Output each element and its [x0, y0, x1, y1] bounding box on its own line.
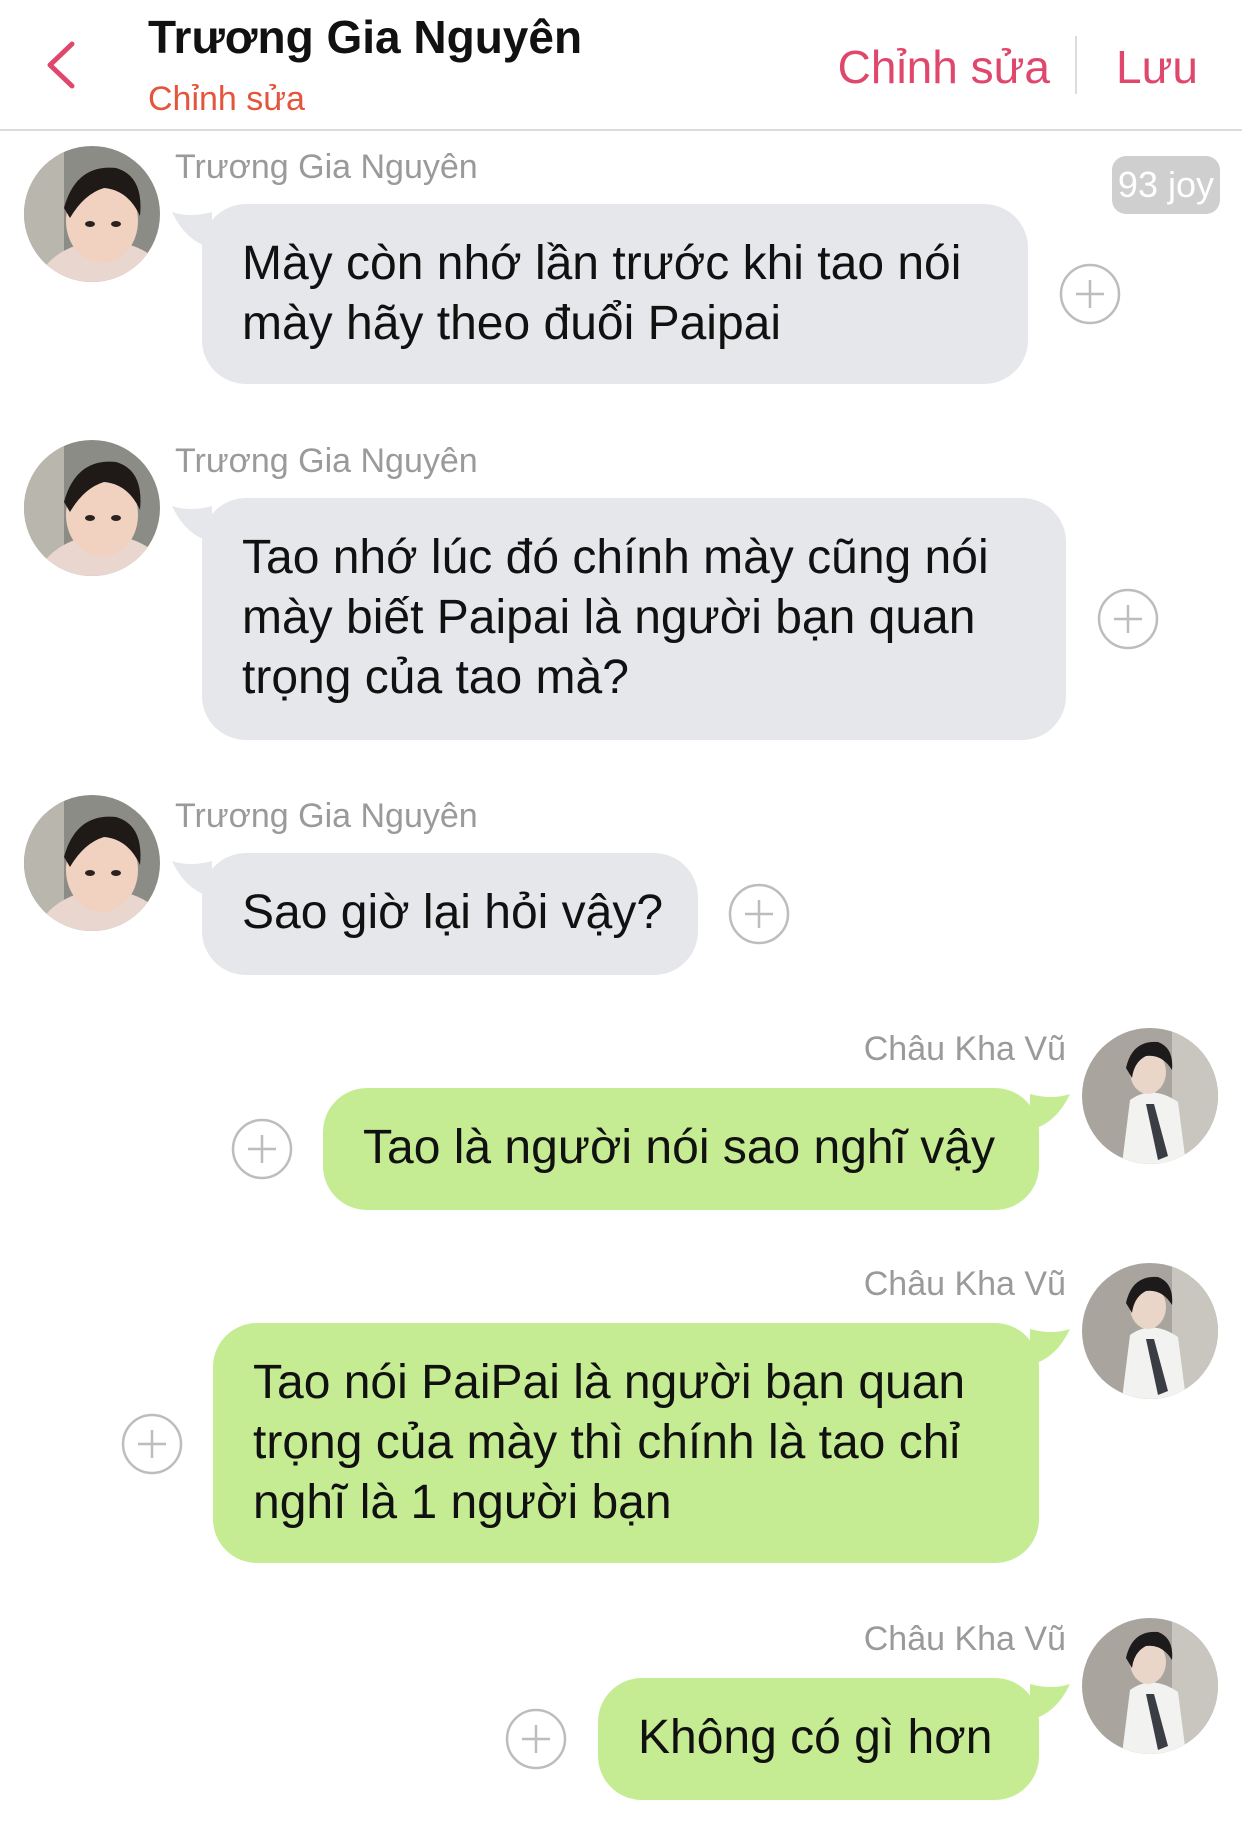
avatar[interactable]	[1082, 1263, 1218, 1399]
save-button[interactable]: Lưu	[1116, 40, 1198, 94]
edit-button[interactable]: Chỉnh sửa	[838, 40, 1050, 94]
message-line: mày hãy theo đuổi Paipai	[242, 297, 782, 350]
avatar-chau-kha-vu	[1082, 1263, 1218, 1399]
plus-circle-icon[interactable]	[120, 1412, 184, 1476]
chat-screen: Trương Gia Nguyên Chỉnh sửa Chỉnh sửa Lư…	[0, 0, 1242, 1841]
avatar-truong-gia-nguyen	[24, 440, 160, 576]
message-line: Tao nói PaiPai là người bạn quan	[253, 1356, 966, 1409]
message-bubble[interactable]: Sao giờ lại hỏi vậy?	[202, 853, 698, 975]
avatar-chau-kha-vu	[1082, 1028, 1218, 1164]
avatar[interactable]	[1082, 1028, 1218, 1164]
message-bubble[interactable]: Mày còn nhớ lần trước khi tao nói mày hã…	[202, 204, 1028, 384]
sender-name: Trương Gia Nguyên	[175, 797, 478, 835]
message-line: nghĩ là 1 người bạn	[253, 1476, 672, 1529]
message-line: Tao là người nói sao nghĩ vậy	[363, 1121, 995, 1174]
avatar-chau-kha-vu	[1082, 1618, 1218, 1754]
message-line: mày biết Paipai là người bạn quan	[242, 591, 976, 644]
page-title: Trương Gia Nguyên	[148, 11, 583, 63]
message-line: Sao giờ lại hỏi vậy?	[242, 886, 664, 939]
message-line: Mày còn nhớ lần trước khi tao nói	[242, 237, 962, 290]
sender-name: Châu Kha Vũ	[863, 1620, 1066, 1658]
avatar[interactable]	[24, 146, 160, 282]
message-bubble[interactable]: Tao nói PaiPai là người bạn quan trọng c…	[213, 1323, 1039, 1563]
message-bubble[interactable]: Không có gì hơn	[598, 1678, 1039, 1800]
plus-circle-icon[interactable]	[1096, 587, 1160, 651]
page-subtitle: Chỉnh sửa	[148, 80, 305, 118]
back-button[interactable]	[40, 38, 90, 92]
message-line: Tao nhớ lúc đó chính mày cũng nói	[242, 531, 989, 584]
message-line: trọng của tao mà?	[242, 651, 629, 704]
sender-name: Châu Kha Vũ	[863, 1030, 1066, 1068]
avatar[interactable]	[24, 795, 160, 931]
plus-circle-icon[interactable]	[727, 882, 791, 946]
avatar-truong-gia-nguyen	[24, 146, 160, 282]
sender-name: Trương Gia Nguyên	[175, 442, 478, 480]
message-bubble[interactable]: Tao là người nói sao nghĩ vậy	[323, 1088, 1039, 1210]
plus-circle-icon[interactable]	[1058, 262, 1122, 326]
chat-header: Trương Gia Nguyên Chỉnh sửa Chỉnh sửa Lư…	[0, 0, 1242, 131]
message-line: Không có gì hơn	[638, 1711, 993, 1764]
sender-name: Trương Gia Nguyên	[175, 148, 478, 186]
avatar[interactable]	[24, 440, 160, 576]
chevron-left-icon	[47, 41, 75, 89]
plus-circle-icon[interactable]	[230, 1117, 294, 1181]
plus-circle-icon[interactable]	[504, 1707, 568, 1771]
sender-name: Châu Kha Vũ	[863, 1265, 1066, 1303]
avatar-truong-gia-nguyen	[24, 795, 160, 931]
message-bubble[interactable]: Tao nhớ lúc đó chính mày cũng nói mày bi…	[202, 498, 1066, 740]
avatar[interactable]	[1082, 1618, 1218, 1754]
joy-counter-badge: 93 joy	[1111, 156, 1220, 214]
message-line: trọng của mày thì chính là tao chỉ	[253, 1416, 961, 1469]
header-divider	[1075, 36, 1077, 94]
